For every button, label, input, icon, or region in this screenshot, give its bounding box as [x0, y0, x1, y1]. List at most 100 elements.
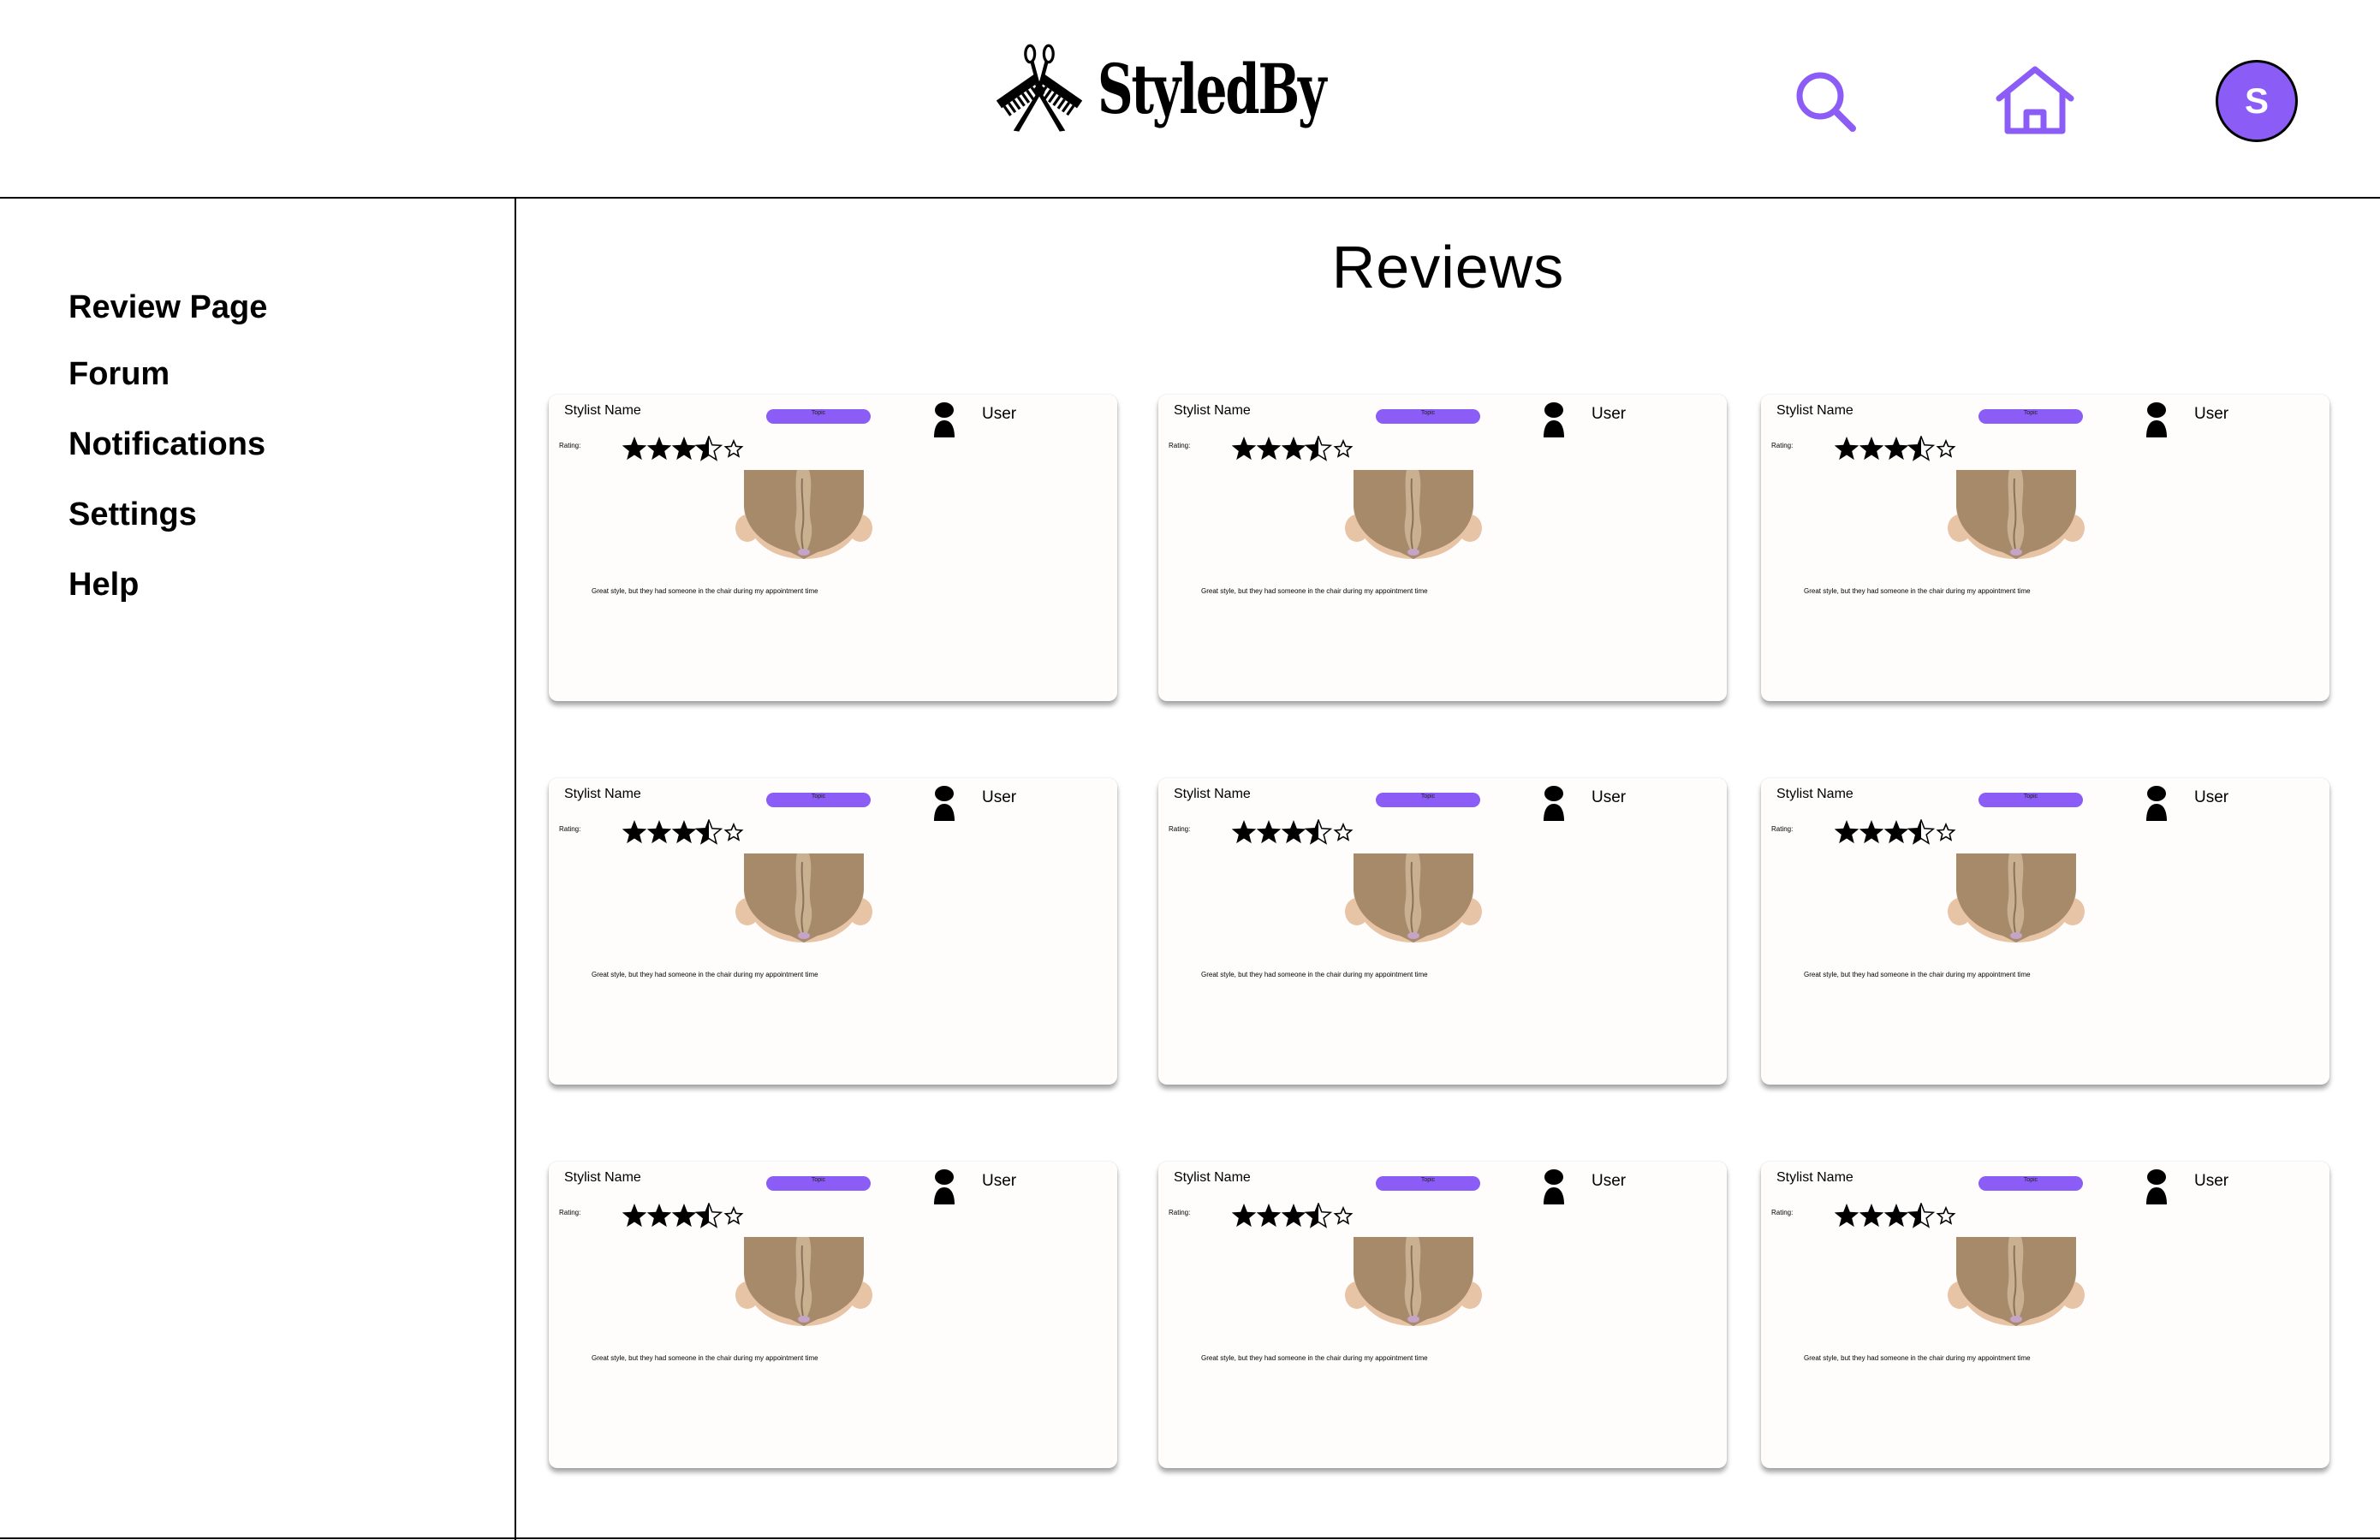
star-filled-icon: [1835, 820, 1859, 844]
stylist-name[interactable]: Stylist Name: [564, 1170, 641, 1186]
hairstyle-photo: [735, 853, 872, 942]
hairstyle-photo: [1948, 1237, 2085, 1326]
reviewer-name[interactable]: User: [2194, 405, 2228, 424]
star-rating: [622, 1203, 744, 1228]
user-icon: [1544, 402, 1564, 437]
review-text: Great style, but they had someone in the…: [1201, 971, 1428, 978]
rating-label: Rating:: [1771, 442, 1794, 449]
hairstyle-photo: [735, 1237, 872, 1326]
reviewer-name[interactable]: User: [982, 788, 1016, 807]
star-filled-icon: [622, 1204, 647, 1228]
review-card[interactable]: Stylist Name Topic User Rating: Great st…: [549, 1162, 1117, 1468]
star-rating: [622, 819, 744, 845]
rating-label: Rating:: [559, 1209, 581, 1216]
star-filled-icon: [1835, 437, 1859, 461]
stylist-name[interactable]: Stylist Name: [1174, 403, 1251, 419]
topic-badge[interactable]: Topic: [1376, 409, 1480, 424]
star-filled-icon: [671, 1204, 697, 1228]
review-text: Great style, but they had someone in the…: [592, 971, 818, 978]
reviewer-name[interactable]: User: [982, 405, 1016, 424]
star-filled-icon: [646, 820, 672, 844]
star-filled-icon: [1281, 820, 1306, 844]
stylist-name[interactable]: Stylist Name: [564, 403, 641, 419]
sidebar-item-help[interactable]: Help: [68, 567, 139, 604]
star-empty-icon: [1333, 1205, 1354, 1225]
star-rating: [622, 436, 744, 461]
user-icon: [934, 786, 955, 821]
topic-badge[interactable]: Topic: [766, 409, 871, 424]
reviewer-name[interactable]: User: [2194, 788, 2228, 807]
review-card[interactable]: Stylist Name Topic User Rating: Great st…: [549, 778, 1117, 1085]
review-text: Great style, but they had someone in the…: [1201, 587, 1428, 595]
star-filled-icon: [622, 820, 647, 844]
star-half-icon: [1304, 1203, 1333, 1228]
stylist-name[interactable]: Stylist Name: [564, 787, 641, 802]
stylist-name[interactable]: Stylist Name: [1776, 787, 1853, 802]
page-title: Reviews: [1331, 234, 1565, 300]
rating-label: Rating:: [1771, 825, 1794, 833]
stylist-name[interactable]: Stylist Name: [1776, 1170, 1853, 1186]
star-empty-icon: [1333, 822, 1354, 841]
stylist-name[interactable]: Stylist Name: [1174, 1170, 1251, 1186]
star-empty-icon: [723, 438, 744, 458]
hairstyle-photo: [1345, 853, 1482, 942]
review-text: Great style, but they had someone in the…: [592, 1354, 818, 1362]
star-filled-icon: [622, 437, 647, 461]
review-card[interactable]: Stylist Name Topic User Rating: Great st…: [1761, 778, 2329, 1085]
review-card[interactable]: Stylist Name Topic User Rating: Great st…: [1761, 395, 2329, 701]
hairstyle-photo: [1948, 853, 2085, 942]
review-card[interactable]: Stylist Name Topic User Rating: Great st…: [549, 395, 1117, 701]
comb-scissors-logo-icon: [996, 44, 1083, 132]
topic-badge[interactable]: Topic: [1978, 409, 2083, 424]
star-filled-icon: [1883, 820, 1909, 844]
topic-badge[interactable]: Topic: [1376, 793, 1480, 807]
reviewer-name[interactable]: User: [982, 1172, 1016, 1191]
sidebar-item-notifications[interactable]: Notifications: [68, 426, 265, 463]
brand-logo[interactable]: StyledBy: [993, 39, 1413, 138]
star-filled-icon: [1281, 437, 1306, 461]
reviewer-name[interactable]: User: [1592, 788, 1626, 807]
review-card[interactable]: Stylist Name Topic User Rating: Great st…: [1158, 1162, 1727, 1468]
rating-label: Rating:: [559, 825, 581, 833]
search-button[interactable]: [1782, 58, 1868, 144]
bottom-divider: [0, 1537, 2380, 1539]
topic-badge[interactable]: Topic: [1978, 793, 2083, 807]
hairstyle-photo: [735, 470, 872, 559]
review-card[interactable]: Stylist Name Topic User Rating: Great st…: [1158, 395, 1727, 701]
star-empty-icon: [723, 822, 744, 841]
star-half-icon: [1304, 436, 1333, 461]
topic-badge[interactable]: Topic: [1376, 1176, 1480, 1191]
reviewer-name[interactable]: User: [1592, 1172, 1626, 1191]
stylist-name[interactable]: Stylist Name: [1776, 403, 1853, 419]
star-filled-icon: [1281, 1204, 1306, 1228]
star-empty-icon: [1333, 438, 1354, 458]
star-filled-icon: [1256, 820, 1282, 844]
home-button[interactable]: [1988, 53, 2082, 147]
reviewer-name[interactable]: User: [1592, 405, 1626, 424]
topic-badge[interactable]: Topic: [766, 793, 871, 807]
star-half-icon: [1907, 1203, 1936, 1228]
stylist-name[interactable]: Stylist Name: [1174, 787, 1251, 802]
user-icon: [934, 1169, 955, 1204]
sidebar-item-forum[interactable]: Forum: [68, 356, 170, 393]
user-avatar[interactable]: S: [2216, 60, 2298, 142]
star-filled-icon: [671, 820, 697, 844]
star-filled-icon: [1859, 1204, 1884, 1228]
reviewer-name[interactable]: User: [2194, 1172, 2228, 1191]
sidebar-item-settings[interactable]: Settings: [68, 496, 197, 533]
star-filled-icon: [1859, 820, 1884, 844]
rating-label: Rating:: [1169, 1209, 1191, 1216]
review-card[interactable]: Stylist Name Topic User Rating: Great st…: [1158, 778, 1727, 1085]
star-half-icon: [694, 819, 723, 845]
rating-label: Rating:: [559, 442, 581, 449]
review-card[interactable]: Stylist Name Topic User Rating: Great st…: [1761, 1162, 2329, 1468]
star-empty-icon: [1936, 1205, 1956, 1225]
user-icon: [1544, 1169, 1564, 1204]
sidebar-item-review-page[interactable]: Review Page: [68, 289, 267, 326]
star-filled-icon: [1883, 437, 1909, 461]
star-half-icon: [1304, 819, 1333, 845]
topic-badge[interactable]: Topic: [766, 1176, 871, 1191]
star-filled-icon: [1232, 820, 1257, 844]
topic-badge[interactable]: Topic: [1978, 1176, 2083, 1191]
star-empty-icon: [1936, 822, 1956, 841]
